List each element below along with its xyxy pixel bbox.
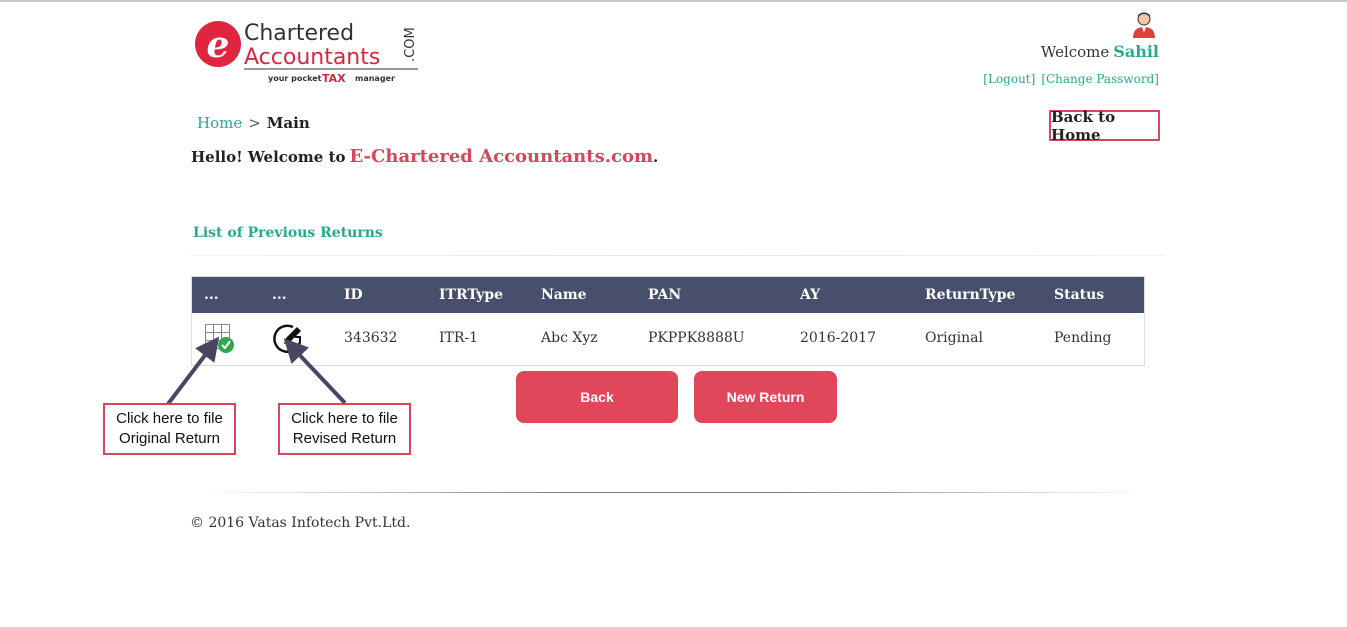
callout-original-line1: Click here to file [116, 410, 223, 427]
col-header-name: Name [541, 287, 587, 303]
callout-revised-line1: Click here to file [291, 410, 398, 427]
cell-ay: 2016-2017 [800, 330, 876, 346]
welcome-suffix: . [653, 148, 659, 166]
list-divider [190, 255, 1165, 256]
logo-tagline-tax: TAX [322, 72, 346, 85]
col-header-itrtype: ITRType [439, 287, 504, 303]
col-header-status: Status [1054, 287, 1105, 303]
cell-pan: PKPPK8888U [648, 330, 745, 346]
returns-table: ... ... ID ITRType Name PAN AY ReturnTyp… [191, 276, 1145, 366]
back-to-home-button[interactable]: Back to Home [1049, 108, 1160, 144]
col-header-action2: ... [272, 287, 287, 303]
user-links: [Logout] [Change Password] [977, 72, 1159, 86]
grid-check-icon[interactable] [204, 323, 236, 355]
callout-revised-return: Click here to file Revised Return [278, 403, 411, 455]
breadcrumb-home[interactable]: Home [197, 114, 242, 132]
site-logo[interactable]: e Chartered Accountants .COM your pocket… [194, 16, 424, 88]
logo-letter: e [207, 24, 230, 66]
welcome-brand: E-Chartered Accountants.com [349, 146, 654, 167]
breadcrumb: Home > Main [197, 114, 310, 132]
logo-tagline-post: manager [355, 74, 395, 83]
welcome-label: Welcome [1040, 43, 1110, 61]
col-header-pan: PAN [648, 287, 682, 303]
welcome-message: Hello! Welcome to E-Chartered Accountants… [191, 146, 658, 167]
new-return-button[interactable]: New Return [694, 371, 837, 423]
logo-line2: Accountants [244, 45, 380, 70]
user-avatar-icon [1130, 11, 1158, 39]
logo-tagline-pre: your pocket [268, 74, 322, 83]
list-title: List of Previous Returns [193, 225, 383, 241]
col-header-ay: AY [800, 287, 821, 303]
back-button[interactable]: Back [516, 371, 678, 423]
user-name: Sahil [1113, 42, 1159, 61]
change-password-link[interactable]: [Change Password] [1041, 72, 1159, 86]
callout-revised-line2: Revised Return [292, 430, 397, 447]
footer-copyright: © 2016 Vatas Infotech Pvt.Ltd. [190, 515, 411, 531]
cell-status: Pending [1054, 330, 1112, 346]
edit-circle-icon[interactable] [271, 323, 305, 355]
welcome-message-text: Hello! Welcome to [191, 148, 346, 166]
logo-line1: Chartered [244, 21, 354, 46]
col-header-id: ID [344, 287, 363, 303]
callout-original-return: Click here to file Original Return [103, 403, 236, 455]
col-header-action1: ... [204, 287, 219, 303]
breadcrumb-separator: > [248, 114, 261, 132]
table-header: ... ... ID ITRType Name PAN AY ReturnTyp… [192, 277, 1144, 313]
welcome-text: Welcome Sahil [1041, 42, 1159, 61]
cell-id: 343632 [344, 330, 398, 346]
callout-original-line2: Original Return [119, 430, 220, 447]
breadcrumb-current: Main [266, 114, 310, 132]
logout-link[interactable]: [Logout] [983, 72, 1035, 86]
cell-name: Abc Xyz [541, 330, 598, 346]
cell-itrtype: ITR-1 [439, 330, 479, 346]
footer-divider [203, 492, 1148, 493]
logo-dotcom: .COM [403, 27, 418, 62]
col-header-returntype: ReturnType [925, 287, 1016, 303]
cell-returntype: Original [925, 330, 983, 346]
